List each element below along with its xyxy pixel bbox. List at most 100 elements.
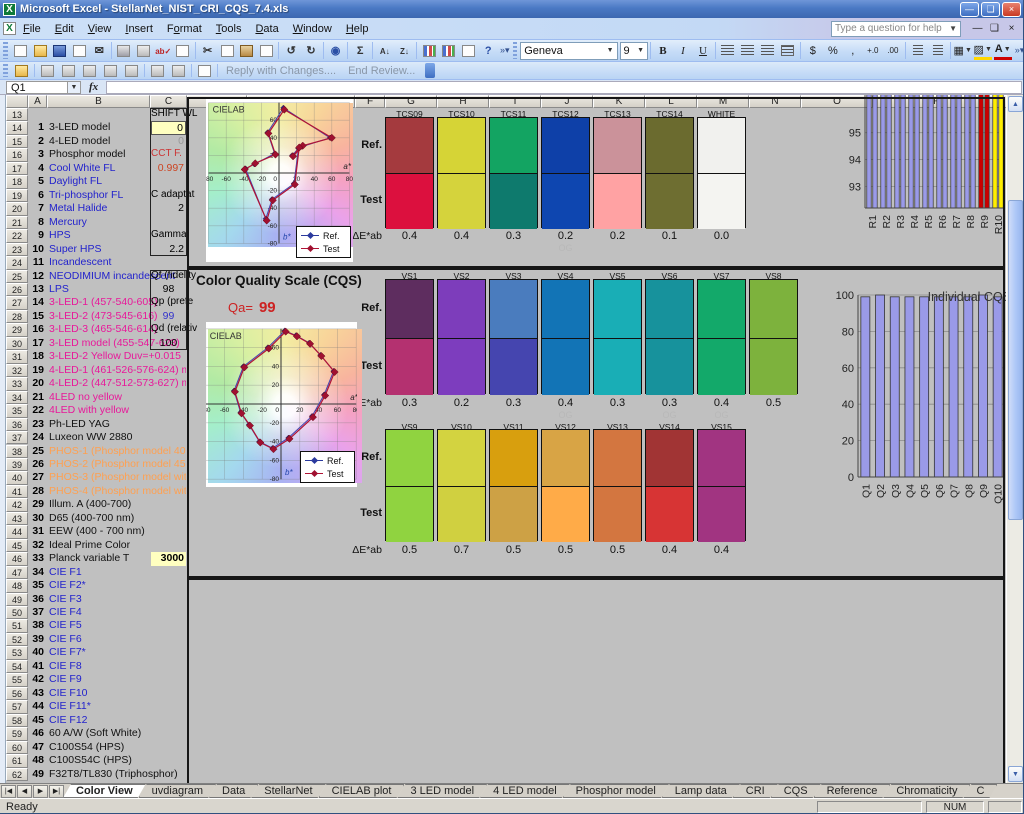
row-header-39[interactable]: 39 [6, 458, 28, 471]
lamp-name[interactable]: CIE F12 [49, 714, 88, 726]
increase-decimal-button[interactable]: +.0 [864, 42, 882, 60]
row-header-20[interactable]: 20 [6, 202, 28, 215]
row-header-52[interactable]: 52 [6, 633, 28, 646]
menu-tools[interactable]: Tools [209, 20, 249, 38]
undo-icon[interactable]: ↺ [282, 42, 300, 60]
lamp-name[interactable]: CIE F9 [49, 673, 82, 685]
hyperlink-icon[interactable]: ◉ [327, 42, 345, 60]
next-sheet-button[interactable]: ▶ [33, 785, 48, 798]
row-header-50[interactable]: 50 [6, 606, 28, 619]
mail-recipient-icon[interactable] [195, 63, 214, 78]
lamp-name[interactable]: F32T8/TL830 (Triphosphor) [49, 768, 178, 780]
row-header-37[interactable]: 37 [6, 431, 28, 444]
row-header-27[interactable]: 27 [6, 296, 28, 309]
menu-window[interactable]: Window [286, 20, 339, 38]
row-header-28[interactable]: 28 [6, 310, 28, 323]
insert-function-button[interactable]: fx [89, 81, 98, 93]
row-header-40[interactable]: 40 [6, 471, 28, 484]
lamp-name[interactable]: HPS [49, 229, 71, 241]
menu-edit[interactable]: Edit [48, 20, 81, 38]
decrease-decimal-button[interactable]: .00 [884, 42, 902, 60]
lamp-name[interactable]: 3-LED-3 (465-546-614) [49, 323, 158, 335]
row-header-47[interactable]: 47 [6, 566, 28, 579]
row-header-14[interactable]: 14 [6, 121, 28, 134]
row-header-42[interactable]: 42 [6, 498, 28, 511]
restore-button[interactable]: ❏ [981, 2, 1000, 17]
sheet-tab-phosphor-model[interactable]: Phosphor model [563, 784, 669, 798]
align-left-button[interactable] [719, 42, 737, 60]
italic-button[interactable]: I [674, 42, 692, 60]
menu-help[interactable]: Help [339, 20, 376, 38]
sheet-tab-lamp-data[interactable]: Lamp data [662, 784, 740, 798]
first-sheet-button[interactable]: |◀ [1, 785, 16, 798]
row-header-57[interactable]: 57 [6, 700, 28, 713]
lamp-name[interactable]: CIE F8 [49, 660, 82, 672]
draw-icon[interactable] [148, 63, 167, 78]
row-header-45[interactable]: 45 [6, 539, 28, 552]
edit-comment-icon[interactable] [80, 63, 99, 78]
lamp-name[interactable]: Illum. A (400-700) [49, 498, 131, 510]
lamp-name[interactable]: EEW (400 - 700 nm) [49, 525, 145, 537]
underline-button[interactable]: U [694, 42, 712, 60]
scroll-down-button[interactable]: ▼ [1008, 766, 1023, 782]
show-comment-icon[interactable] [101, 63, 120, 78]
row-header-16[interactable]: 16 [6, 148, 28, 161]
cri-bar-chart[interactable]: 939495R1R2R3R4R5R6R7R8R9R10 [840, 95, 1006, 270]
lamp-name[interactable]: CIE F4 [49, 606, 82, 618]
align-right-button[interactable] [759, 42, 777, 60]
individual-cqs-chart[interactable]: 020406080100Q1Q2Q3Q4Q5Q6Q7Q8Q9Q10Individ… [836, 277, 1006, 527]
row-header-43[interactable]: 43 [6, 512, 28, 525]
reply-with-changes-button[interactable]: Reply with Changes.... [226, 65, 336, 77]
sheet-tab-chromaticity[interactable]: Chromaticity [883, 784, 970, 798]
column-header-M[interactable]: M [697, 95, 749, 108]
row-header-58[interactable]: 58 [6, 714, 28, 727]
lamp-name[interactable]: Ph-LED YAG [49, 418, 110, 430]
row-header-19[interactable]: 19 [6, 189, 28, 202]
lamp-name[interactable]: CIE F6 [49, 633, 82, 645]
column-header-K[interactable]: K [593, 95, 645, 108]
lamp-name[interactable]: CIE F2* [49, 579, 86, 591]
paste-icon[interactable] [238, 42, 256, 60]
cielab-cqs-chart[interactable]: -80-80-60-60-40-40-20-20202040406060800a… [206, 322, 357, 487]
c-cell-r46[interactable]: 3000 [151, 552, 186, 565]
lamp-name[interactable]: Cool White FL [49, 162, 116, 174]
lamp-name[interactable]: 4-LED-2 (447-512-573-627) max R(9- [49, 377, 186, 389]
row-header-49[interactable]: 49 [6, 593, 28, 606]
font-name-select[interactable]: Geneva▼ [520, 42, 617, 60]
sheet-tab-data[interactable]: Data [209, 784, 258, 798]
lamp-name[interactable]: 4-LED-1 (461-526-576-624) max Ra [49, 364, 186, 376]
increase-indent-button[interactable] [929, 42, 947, 60]
lamp-name[interactable]: CIE F1 [49, 566, 82, 578]
sheet-tab-uvdiagram[interactable]: uvdiagram [139, 784, 216, 798]
sheet-tab-4-led-model[interactable]: 4 LED model [480, 784, 570, 798]
help-question-input[interactable]: Type a question for help ▼ [831, 21, 961, 37]
close-button[interactable]: × [1002, 2, 1021, 17]
lamp-name[interactable]: Planck variable T [49, 552, 129, 564]
lamp-name[interactable]: Incandescent [49, 256, 111, 268]
sort-asc-icon[interactable]: A↓ [376, 42, 394, 60]
menu-view[interactable]: View [81, 20, 119, 38]
row-header-35[interactable]: 35 [6, 404, 28, 417]
toolbar-options-chevron[interactable]: »▾ [1015, 45, 1024, 56]
row-header-51[interactable]: 51 [6, 619, 28, 632]
lamp-name[interactable]: 4-LED model [49, 135, 110, 147]
next-comment-icon[interactable] [59, 63, 78, 78]
row-header-25[interactable]: 25 [6, 270, 28, 283]
spell-icon[interactable]: ab✓ [154, 42, 172, 60]
row-header-44[interactable]: 44 [6, 525, 28, 538]
sheet-tab-cqs[interactable]: CQS [771, 784, 821, 798]
redo-icon[interactable]: ↻ [302, 42, 320, 60]
row-header-59[interactable]: 59 [6, 727, 28, 740]
column-header-H[interactable]: H [437, 95, 489, 108]
row-header-22[interactable]: 22 [6, 229, 28, 242]
lamp-name[interactable]: 3-LED-2 (473-545-616) [49, 310, 158, 322]
vertical-scrollbar[interactable]: ▲ ▼ [1006, 95, 1023, 783]
row-header-48[interactable]: 48 [6, 579, 28, 592]
lamp-name[interactable]: 60 A/W (Soft White) [49, 727, 141, 739]
sheet-tab-stellarnet[interactable]: StellarNet [251, 784, 325, 798]
font-color-button[interactable]: A▼ [994, 42, 1012, 60]
row-header-31[interactable]: 31 [6, 350, 28, 363]
row-header-60[interactable]: 60 [6, 741, 28, 754]
new-icon[interactable] [12, 42, 30, 60]
row-header-55[interactable]: 55 [6, 673, 28, 686]
